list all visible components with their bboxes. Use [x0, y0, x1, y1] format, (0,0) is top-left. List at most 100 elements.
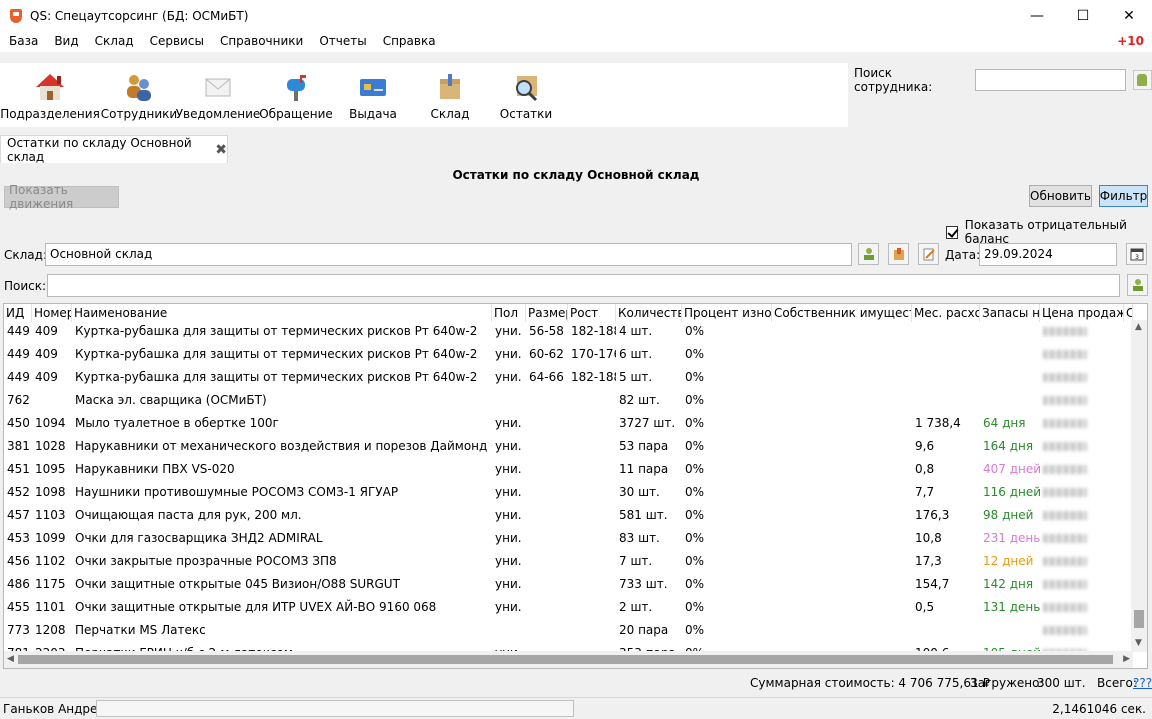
- scroll-up-icon[interactable]: ▲: [1135, 322, 1142, 332]
- table-cell: Очищающая паста для рук, 200 мл.: [75, 508, 302, 522]
- tab-label: Остатки по складу Основной склад: [7, 135, 192, 164]
- employee-search-input[interactable]: [974, 69, 1126, 91]
- close-window-button[interactable]: ✕: [1106, 0, 1152, 31]
- date-label: Дата:: [945, 248, 981, 262]
- toolbar-request-button[interactable]: Обращение: [258, 63, 334, 127]
- toolbar-warehouse-button[interactable]: Склад: [412, 63, 488, 127]
- negative-balance-option[interactable]: Показать отрицательный баланс: [946, 218, 1152, 246]
- table-cell: 0%: [685, 485, 705, 499]
- warehouse-edit-button[interactable]: [918, 243, 939, 265]
- table-cell: 182-188: [571, 324, 616, 338]
- menu-item-help[interactable]: Справка: [374, 31, 443, 52]
- table-row[interactable]: 773 1208 Перчатки MS Латекс 20 пара 0%: [4, 619, 1133, 642]
- vertical-scrollbar[interactable]: ▲ ▼: [1131, 320, 1147, 652]
- table-row[interactable]: 486 1175 Очки защитные открытые 045 Визион…: [4, 573, 1133, 596]
- scroll-right-icon[interactable]: ▶: [1123, 654, 1130, 664]
- notification-badge[interactable]: +10: [1117, 31, 1144, 52]
- table-cell: 409: [35, 347, 58, 361]
- table-row[interactable]: 455 1101 Очки защитные открытые для ИТР UV…: [4, 596, 1133, 619]
- date-field[interactable]: 29.09.2024: [979, 243, 1117, 266]
- table-cell: [772, 619, 912, 642]
- horizontal-scrollbar[interactable]: ◀ ▶: [4, 651, 1133, 668]
- menu-item-services[interactable]: Сервисы: [141, 31, 211, 52]
- table-cell: [980, 366, 1040, 389]
- employee-search-button[interactable]: [1132, 70, 1152, 90]
- warehouse-field[interactable]: Основной склад: [45, 243, 852, 266]
- table-cell: 170-176: [571, 347, 616, 361]
- menu-item-reports[interactable]: Отчеты: [310, 31, 373, 52]
- show-movements-button[interactable]: Показать движения: [4, 183, 119, 211]
- toolbar-issue-button[interactable]: Выдача: [334, 63, 412, 127]
- table-cell: Мыло туалетное в обертке 100г: [75, 416, 279, 430]
- table-cell: уни.: [495, 416, 522, 430]
- table-cell: [568, 435, 616, 458]
- search-input[interactable]: [47, 274, 1120, 297]
- title-bar: QS: Спецаутсорсинг (БД: ОСМиБТ) — ☐ ✕: [0, 0, 1152, 31]
- negative-balance-checkbox[interactable]: [946, 225, 958, 239]
- table-row[interactable]: 450 1094 Мыло туалетное в обертке 100г уни.…: [4, 412, 1133, 435]
- menu-item-warehouse[interactable]: Склад: [86, 31, 141, 52]
- toolbar-employees-button[interactable]: Сотрудники: [100, 63, 178, 127]
- obscured-value-icon: [1043, 350, 1087, 359]
- table-cell: 10,8: [915, 531, 942, 545]
- table-row[interactable]: 456 1102 Очки закрытые прозрачные РОСОМЗ З…: [4, 550, 1133, 573]
- table-row[interactable]: 449 409 Куртка-рубашка для защиты от терми…: [4, 366, 1133, 389]
- table-cell: 381: [7, 439, 30, 453]
- table-cell: 1095: [35, 462, 66, 476]
- table-cell: [772, 412, 912, 435]
- table-cell: 1094: [35, 416, 66, 430]
- table-cell: 182-188: [571, 370, 616, 384]
- scroll-left-icon[interactable]: ◀: [7, 654, 14, 664]
- table-cell: [526, 573, 568, 596]
- warehouse-select-button[interactable]: [858, 243, 879, 265]
- menu-item-base[interactable]: База: [0, 31, 45, 52]
- box-icon: [893, 248, 904, 260]
- table-row[interactable]: 451 1095 Нарукавники ПВХ VS-020 уни. 11 пара…: [4, 458, 1133, 481]
- table-row[interactable]: 457 1103 Очищающая паста для рук, 200 мл. у…: [4, 504, 1133, 527]
- warehouse-label: Склад:: [4, 248, 47, 262]
- price-cell-obscured: [1040, 619, 1124, 642]
- report-title: Остатки по складу Основной склад: [452, 168, 700, 182]
- table-row[interactable]: 381 1028 Нарукавники от механического возд…: [4, 435, 1133, 458]
- table-cell: 0%: [685, 577, 705, 591]
- table-cell: 1102: [35, 554, 66, 568]
- table-cell: 1101: [35, 600, 66, 614]
- table-row[interactable]: 762 Маска эл. сварщика (ОСМиБТ) 82 шт. 0%: [4, 389, 1133, 412]
- menu-item-view[interactable]: Вид: [45, 31, 85, 52]
- warehouse-clear-button[interactable]: [888, 243, 909, 265]
- horizontal-scroll-thumb[interactable]: [18, 655, 1113, 664]
- scroll-down-icon[interactable]: ▼: [1135, 638, 1142, 648]
- search-button[interactable]: [1127, 274, 1148, 296]
- table-row[interactable]: 452 1098 Наушники противошумные РОСОМЗ СОМ…: [4, 481, 1133, 504]
- table-row[interactable]: 453 1099 Очки для газосварщика ЗНД2 ADMIRA…: [4, 527, 1133, 550]
- total-link[interactable]: ???: [1133, 676, 1152, 690]
- table-row[interactable]: 449 409 Куртка-рубашка для защиты от терми…: [4, 343, 1133, 366]
- menu-item-directories[interactable]: Справочники: [211, 31, 310, 52]
- calendar-button[interactable]: 3: [1126, 243, 1147, 265]
- table-cell: уни.: [495, 508, 522, 522]
- balances-grid[interactable]: ИДНомерНаименованиеПолРазмерРостКоличест…: [3, 303, 1148, 669]
- toolbar-departments-button[interactable]: Подразделения: [0, 63, 100, 127]
- close-tab-icon[interactable]: ✖: [215, 142, 227, 158]
- table-cell: 457: [7, 508, 30, 522]
- price-cell-obscured: [1040, 573, 1124, 596]
- vertical-scroll-thumb[interactable]: [1134, 610, 1144, 628]
- table-cell: [568, 504, 616, 527]
- minimize-button[interactable]: —: [1014, 0, 1060, 31]
- obscured-value-icon: [1043, 603, 1087, 612]
- filter-button[interactable]: Фильтр: [1099, 185, 1148, 207]
- employee-search: Поиск сотрудника:: [854, 66, 1152, 94]
- refresh-button[interactable]: Обновить: [1029, 185, 1092, 207]
- house-icon: [36, 74, 64, 100]
- loaded-label: Загружено:: [970, 676, 1044, 690]
- loaded-value: 300 шт.: [1037, 676, 1086, 690]
- maximize-button[interactable]: ☐: [1060, 0, 1106, 31]
- edit-icon: [923, 248, 935, 261]
- table-cell: 1 738,4: [915, 416, 961, 430]
- toolbar-balances-button[interactable]: Остатки: [488, 63, 564, 127]
- table-row[interactable]: 449 409 Куртка-рубашка для защиты от терми…: [4, 320, 1133, 343]
- toolbar-notification-button[interactable]: Уведомление: [176, 63, 260, 127]
- tab-balances[interactable]: Остатки по складу Основной склад ✖: [0, 135, 228, 164]
- table-cell: 60-62: [529, 347, 564, 361]
- table-cell: уни.: [495, 485, 522, 499]
